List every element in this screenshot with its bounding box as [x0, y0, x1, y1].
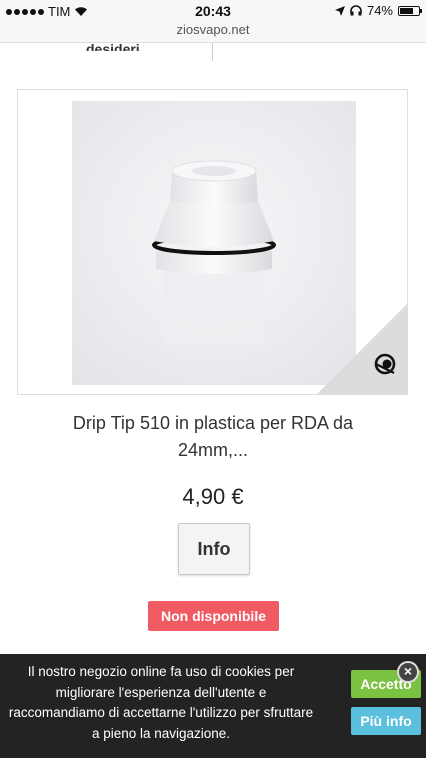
status-right: 74% — [334, 3, 422, 18]
wishlist-label[interactable]: desideri — [86, 37, 140, 51]
quickview-eye-icon[interactable] — [373, 352, 397, 376]
quickview-corner[interactable] — [317, 304, 407, 394]
cookie-banner: Il nostro negozio online fa uso di cooki… — [0, 654, 426, 758]
info-button[interactable]: Info — [178, 523, 250, 575]
product-card[interactable] — [17, 89, 408, 395]
product-price: 4,90 € — [182, 484, 244, 509]
product-image[interactable] — [72, 101, 356, 385]
browser-url-bar[interactable]: ziosvapo.net — [0, 22, 426, 43]
more-info-button[interactable]: Più info — [351, 707, 421, 735]
divider — [212, 43, 213, 61]
close-icon[interactable]: × — [397, 661, 419, 683]
status-bar: TIM 20:43 74% — [0, 0, 426, 22]
location-arrow-icon — [334, 5, 345, 16]
availability-badge: Non disponibile — [148, 601, 279, 631]
headphones-icon — [350, 5, 362, 16]
drip-tip-illustration — [152, 160, 276, 346]
url-text: ziosvapo.net — [176, 22, 250, 37]
product-name[interactable]: Drip Tip 510 in plastica per RDA da 24mm… — [40, 410, 386, 464]
battery-percent: 74% — [366, 3, 393, 18]
battery-icon — [398, 5, 422, 16]
cookie-message: Il nostro negozio online fa uso di cooki… — [8, 664, 314, 741]
